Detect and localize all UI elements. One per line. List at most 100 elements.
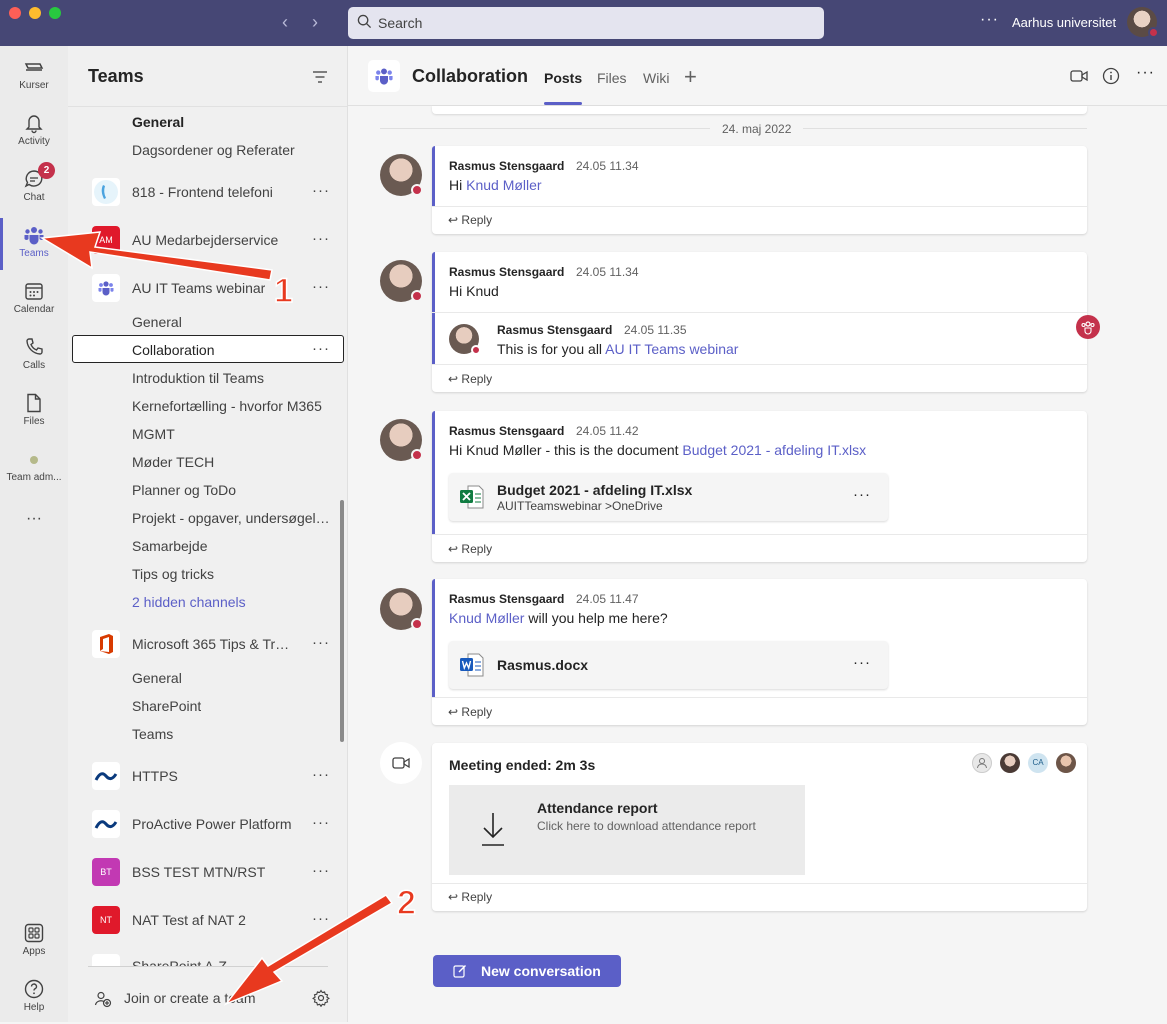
channel-item-planner[interactable]: Planner og ToDo [68,480,347,502]
channel-item-moder-tech[interactable]: Møder TECH [68,452,347,474]
join-or-create-team-button[interactable]: Join or create a team [68,986,347,1010]
file-more-button[interactable]: ··· [853,486,871,503]
tab-posts[interactable]: Posts [544,70,582,86]
hidden-channels-link[interactable]: 2 hidden channels [68,592,347,614]
channel-more-button[interactable]: ··· [1136,64,1155,82]
channel-item-general[interactable]: General [68,668,347,690]
mention-link[interactable]: AU IT Teams webinar [605,341,738,357]
mention-link[interactable]: Knud Møller [466,177,541,193]
team-more-button[interactable]: ··· [312,182,330,199]
channel-item-sharepoint[interactable]: SharePoint [68,696,347,718]
attendance-report-card[interactable]: Attendance report Click here to download… [449,785,805,875]
organization-name[interactable]: Aarhus universitet [1012,15,1116,30]
reply-button[interactable]: ↩ Reply [448,890,492,904]
rail-item-files[interactable]: Files [0,386,68,438]
rail-item-activity[interactable]: Activity [0,106,68,158]
channel-item-general[interactable]: General [68,112,347,134]
team-more-button[interactable]: ··· [312,862,330,879]
team-more-button[interactable]: ··· [312,814,330,831]
channel-item-introduktion[interactable]: Introduktion til Teams [68,368,347,390]
channel-item-samarbejde[interactable]: Samarbejde [68,536,347,558]
channel-item-tips[interactable]: Tips og tricks [68,564,347,586]
file-attachment-card[interactable]: Budget 2021 - afdeling IT.xlsx AUITTeams… [449,473,888,521]
back-arrow-icon[interactable]: ‹ [282,12,288,33]
reply-button[interactable]: ↩ Reply [448,542,492,556]
channel-item-teams[interactable]: Teams [68,724,347,746]
post-card[interactable]: Rasmus Stensgaard 24.05 11.34 Hi Knud Ra… [432,252,1087,392]
channel-item-mgmt[interactable]: MGMT [68,424,347,446]
team-more-button[interactable]: ··· [312,278,330,295]
search-input[interactable]: Search [348,7,824,39]
tab-wiki[interactable]: Wiki [643,70,669,86]
team-item-sharepoint-az[interactable]: SharePoint A-Z [68,954,347,966]
mention-link[interactable]: Knud Møller [449,610,524,626]
channel-more-button[interactable]: ··· [312,340,330,357]
panel-scrollbar[interactable] [340,500,344,742]
filter-icon[interactable] [312,70,328,84]
team-item-au-medarbejderservice[interactable]: AM AU Medarbejderservice ··· [68,226,347,254]
tab-files[interactable]: Files [597,70,627,86]
file-attachment-card[interactable]: Rasmus.docx ··· [449,641,888,689]
gear-icon[interactable] [312,989,330,1007]
team-more-button[interactable]: ··· [312,766,330,783]
author-avatar[interactable] [380,154,423,196]
profile-avatar[interactable] [1127,7,1159,38]
rail-item-team-admin[interactable]: Team adm... [0,442,68,494]
channel-item-projekt[interactable]: Projekt - opgaver, undersøgelser [68,508,347,530]
team-item-m365-tips[interactable]: Microsoft 365 Tips & Tricks ··· [68,630,347,658]
reply-button[interactable]: ↩ Reply [448,213,492,227]
post-author: Rasmus Stensgaard [449,159,565,173]
team-item-818-frontend[interactable]: 818 - Frontend telefoni ··· [68,178,347,206]
team-item-bss-test[interactable]: BT BSS TEST MTN/RST ··· [68,858,347,886]
author-avatar[interactable] [449,324,481,355]
new-conversation-button[interactable]: New conversation [433,955,621,987]
attendee-avatar[interactable] [1056,753,1076,773]
calendar-icon [25,283,43,300]
channel-item-collaboration[interactable]: Collaboration ··· [68,340,347,362]
rail-item-calls[interactable]: Calls [0,330,68,382]
author-avatar[interactable] [380,260,423,302]
attendee-avatar-icon[interactable] [972,753,992,773]
minimize-window-button[interactable] [29,7,41,19]
forward-arrow-icon[interactable]: › [312,12,318,33]
post-card[interactable]: Rasmus Stensgaard 24.05 11.42 Hi Knud Mø… [432,411,1087,562]
post-card[interactable]: Rasmus Stensgaard 24.05 11.47 Knud Mølle… [432,579,1087,725]
rail-more-apps-button[interactable]: ··· [0,504,68,556]
search-placeholder: Search [378,15,423,31]
attendee-initials-avatar[interactable]: CA [1028,753,1048,773]
rail-item-calendar[interactable]: Calendar [0,274,68,326]
reply-button[interactable]: ↩ Reply [448,705,492,719]
settings-more-button[interactable]: ··· [980,11,999,29]
channel-item-kernefortaelling[interactable]: Kernefortælling - hvorfor M365 [68,396,347,418]
rail-label: Teams [19,248,49,259]
rail-label: Files [23,416,45,427]
close-window-button[interactable] [9,7,21,19]
team-item-proactive[interactable]: ProActive Power Platform ··· [68,810,347,838]
team-item-https[interactable]: HTTPS ··· [68,762,347,790]
video-camera-icon[interactable] [1070,68,1088,84]
reply-button[interactable]: ↩ Reply [448,372,492,386]
team-item-au-it-teams-webinar[interactable]: AU IT Teams webinar ··· [68,274,347,302]
rail-item-help[interactable]: Help [0,972,68,1024]
file-link[interactable]: Budget 2021 - afdeling IT.xlsx [682,442,866,458]
add-tab-button[interactable]: + [684,64,697,90]
rail-item-apps[interactable]: Apps [0,916,68,968]
meeting-card[interactable]: Meeting ended: 2m 3s CA Attendance repor… [432,743,1087,911]
author-avatar[interactable] [380,588,423,630]
team-more-button[interactable]: ··· [312,910,330,927]
team-more-button[interactable]: ··· [312,230,330,247]
rail-item-teams[interactable]: Teams [0,218,68,270]
zoom-window-button[interactable] [49,7,61,19]
team-item-nat-test[interactable]: NT NAT Test af NAT 2 ··· [68,906,347,934]
attendee-avatar[interactable] [1000,753,1020,773]
team-more-button[interactable]: ··· [312,634,330,651]
file-more-button[interactable]: ··· [853,654,871,671]
channel-item-general[interactable]: General [68,312,347,334]
author-avatar[interactable] [380,419,423,461]
team-mention-reaction-icon[interactable] [1076,315,1100,339]
post-card[interactable]: Rasmus Stensgaard 24.05 11.34 Hi Knud Mø… [432,146,1087,234]
channel-item-dagsordener[interactable]: Dagsordener og Referater [68,140,347,162]
rail-item-kurser[interactable]: Kurser [0,50,68,102]
info-icon[interactable] [1102,67,1120,85]
rail-item-chat[interactable]: Chat 2 [0,162,68,214]
